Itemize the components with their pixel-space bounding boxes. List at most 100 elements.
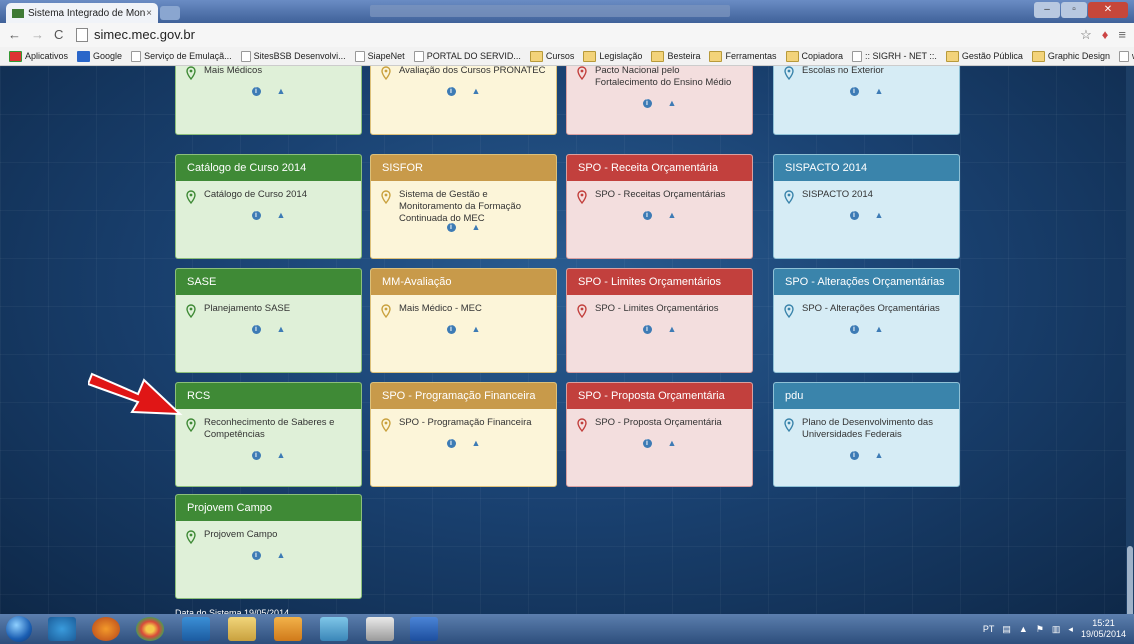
bell-icon[interactable]: ▲ xyxy=(472,325,481,334)
star-icon[interactable]: ☆ xyxy=(1080,27,1092,43)
module-card-header[interactable]: SPO - Receita Orçamentária xyxy=(567,155,752,181)
info-icon[interactable]: i xyxy=(642,325,652,334)
bookmark-item[interactable]: PORTAL DO SERVID... xyxy=(413,50,521,62)
module-card-header[interactable]: MM-Avaliação xyxy=(371,269,556,295)
module-item[interactable]: Pacto Nacional pelo Fortalecimento do En… xyxy=(567,66,752,89)
module-item[interactable]: Projovem Campo xyxy=(176,521,361,544)
bell-icon[interactable]: ▲ xyxy=(668,325,677,334)
bookmark-item[interactable]: Besteira xyxy=(651,50,700,62)
info-icon[interactable]: i xyxy=(446,325,456,334)
info-icon[interactable]: i xyxy=(642,99,652,108)
keyboard-icon[interactable]: ▤ xyxy=(1002,624,1011,635)
module-card-header[interactable]: RCS xyxy=(176,383,361,409)
info-icon[interactable]: i xyxy=(251,325,261,334)
bell-icon[interactable]: ▲ xyxy=(875,211,884,220)
module-item[interactable]: Reconhecimento de Saberes e Competências xyxy=(176,409,361,441)
forward-arrow-icon[interactable]: → xyxy=(31,27,44,42)
bookmark-item[interactable]: Copiadora xyxy=(785,50,843,62)
picture-manager-icon[interactable] xyxy=(274,617,302,641)
module-item[interactable]: Escolas no Exterior xyxy=(774,66,959,80)
bell-icon[interactable]: ▲ xyxy=(472,439,481,448)
module-card-header[interactable]: pdu xyxy=(774,383,959,409)
minimize-icon[interactable]: – xyxy=(1034,2,1060,18)
close-window-icon[interactable]: ✕ xyxy=(1088,2,1128,18)
info-icon[interactable]: i xyxy=(251,87,261,96)
module-card-header[interactable]: SISFOR xyxy=(371,155,556,181)
bell-icon[interactable]: ▲ xyxy=(277,451,286,460)
module-item[interactable]: Mais Médico - MEC xyxy=(371,295,556,318)
bell-icon[interactable]: ▲ xyxy=(277,87,286,96)
info-icon[interactable]: i xyxy=(446,223,456,232)
bell-icon[interactable]: ▲ xyxy=(875,87,884,96)
browser-tab[interactable]: Sistema Integrado de Mon × xyxy=(6,3,158,23)
bookmark-item[interactable]: :: SIGRH - NET ::. xyxy=(852,50,937,62)
bookmark-item[interactable]: www.in.gov.br xyxy=(1118,50,1134,62)
bookmark-item[interactable]: Serviço de Emulaçã... xyxy=(131,50,232,62)
scrollbar[interactable] xyxy=(1126,66,1134,626)
clock[interactable]: 15:21 19/05/2014 xyxy=(1081,618,1126,640)
info-icon[interactable]: i xyxy=(251,451,261,460)
module-card-header[interactable]: SISPACTO 2014 xyxy=(774,155,959,181)
info-icon[interactable]: i xyxy=(642,439,652,448)
bookmark-item[interactable]: Cursos xyxy=(529,50,574,62)
bell-icon[interactable]: ▲ xyxy=(277,211,286,220)
bell-icon[interactable]: ▲ xyxy=(277,325,286,334)
back-arrow-icon[interactable]: ← xyxy=(8,27,21,42)
module-card-header[interactable]: SASE xyxy=(176,269,361,295)
bell-icon[interactable]: ▲ xyxy=(875,451,884,460)
word-icon[interactable] xyxy=(410,617,438,641)
module-item[interactable]: SPO - Limites Orçamentários xyxy=(567,295,752,318)
firefox-icon[interactable] xyxy=(92,617,120,641)
tab-close-icon[interactable]: × xyxy=(146,8,152,19)
internet-explorer-icon[interactable] xyxy=(48,617,76,641)
tray-expand-icon[interactable]: ▲ xyxy=(1019,624,1028,634)
info-icon[interactable]: i xyxy=(446,439,456,448)
bell-icon[interactable]: ▲ xyxy=(472,223,481,232)
bookmark-item[interactable]: Google xyxy=(77,50,122,62)
maximize-icon[interactable]: ▫ xyxy=(1061,2,1087,18)
bookmark-item[interactable]: Legislação xyxy=(583,50,642,62)
bookmark-item[interactable]: Ferramentas xyxy=(709,50,777,62)
module-item[interactable]: Mais Médicos xyxy=(176,66,361,80)
module-item[interactable]: Planejamento SASE xyxy=(176,295,361,318)
module-card-header[interactable]: Projovem Campo xyxy=(176,495,361,521)
menu-icon[interactable]: ≡ xyxy=(1118,27,1126,43)
info-icon[interactable]: i xyxy=(849,211,859,220)
bookmark-item[interactable]: Aplicativos xyxy=(9,50,68,62)
module-item[interactable]: Catálogo de Curso 2014 xyxy=(176,181,361,204)
language-indicator[interactable]: PT xyxy=(983,624,995,634)
module-card-header[interactable]: Catálogo de Curso 2014 xyxy=(176,155,361,181)
bell-icon[interactable]: ▲ xyxy=(472,87,481,96)
module-item[interactable]: SISPACTO 2014 xyxy=(774,181,959,204)
info-icon[interactable]: i xyxy=(849,325,859,334)
info-icon[interactable]: i xyxy=(251,551,261,560)
bell-icon[interactable]: ▲ xyxy=(277,551,286,560)
module-card-header[interactable]: SPO - Proposta Orçamentária xyxy=(567,383,752,409)
bell-icon[interactable]: ▲ xyxy=(875,325,884,334)
module-item[interactable]: SPO - Alterações Orçamentárias xyxy=(774,295,959,318)
module-item[interactable]: SPO - Receitas Orçamentárias xyxy=(567,181,752,204)
bookmark-item[interactable]: Gestão Pública xyxy=(945,50,1023,62)
info-icon[interactable]: i xyxy=(251,211,261,220)
bookmark-item[interactable]: Graphic Design xyxy=(1031,50,1110,62)
module-item[interactable]: SPO - Proposta Orçamentária xyxy=(567,409,752,432)
module-item[interactable]: SPO - Programação Financeira xyxy=(371,409,556,432)
bookmark-item[interactable]: SitesBSB Desenvolvi... xyxy=(240,50,346,62)
info-icon[interactable]: i xyxy=(642,211,652,220)
bell-icon[interactable]: ▲ xyxy=(668,211,677,220)
info-icon[interactable]: i xyxy=(849,451,859,460)
reload-icon[interactable]: C xyxy=(54,27,63,42)
extension-icon[interactable]: ♦ xyxy=(1102,27,1109,43)
module-card-header[interactable]: SPO - Limites Orçamentários xyxy=(567,269,752,295)
module-card-header[interactable]: SPO - Alterações Orçamentárias xyxy=(774,269,959,295)
bell-icon[interactable]: ▲ xyxy=(668,439,677,448)
volume-icon[interactable]: ◂ xyxy=(1068,624,1073,635)
module-card-header[interactable]: SPO - Programação Financeira xyxy=(371,383,556,409)
module-item[interactable]: Plano de Desenvolvimento das Universidad… xyxy=(774,409,959,441)
network-icon[interactable]: ▥ xyxy=(1052,624,1061,635)
module-item[interactable]: Avaliação dos Cursos PRONATEC xyxy=(371,66,556,80)
module-item[interactable]: Sistema de Gestão e Monitoramento da For… xyxy=(371,181,556,225)
file-explorer-icon[interactable] xyxy=(228,617,256,641)
document-icon[interactable] xyxy=(366,617,394,641)
bookmark-item[interactable]: SiapeNet xyxy=(354,50,405,62)
